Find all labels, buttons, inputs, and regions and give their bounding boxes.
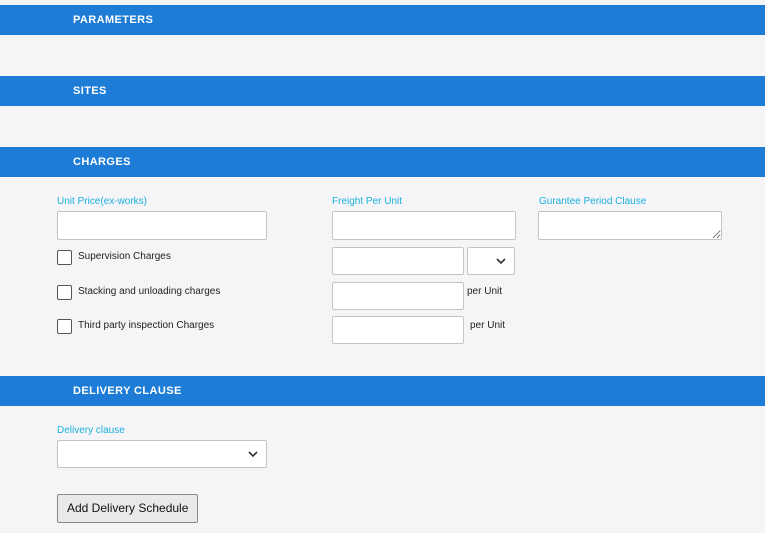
unit-price-input[interactable] bbox=[57, 211, 267, 240]
supervision-charges-label: Supervision Charges bbox=[78, 251, 171, 262]
third-party-charges-checkbox[interactable] bbox=[57, 319, 72, 334]
freight-per-unit-label: Freight Per Unit bbox=[332, 196, 403, 207]
stacking-charges-input[interactable] bbox=[332, 282, 464, 310]
third-party-per-unit-label: per Unit bbox=[470, 320, 506, 331]
section-title-parameters: PARAMETERS bbox=[73, 14, 154, 26]
delivery-clause-select[interactable] bbox=[57, 440, 267, 468]
freight-per-unit-input[interactable] bbox=[332, 211, 516, 240]
section-title-sites: SITES bbox=[73, 85, 107, 97]
section-title-charges: CHARGES bbox=[73, 156, 131, 168]
supervision-charges-input[interactable] bbox=[332, 247, 464, 275]
add-delivery-schedule-button[interactable]: Add Delivery Schedule bbox=[57, 494, 199, 523]
stacking-per-unit-label: per Unit bbox=[467, 286, 503, 297]
section-header-delivery-clause[interactable]: DELIVERY CLAUSE bbox=[0, 376, 765, 406]
third-party-charges-input[interactable] bbox=[332, 316, 464, 344]
guarantee-period-label: Gurantee Period Clause bbox=[539, 196, 647, 207]
section-header-sites[interactable]: SITES bbox=[0, 76, 765, 106]
section-title-delivery-clause: DELIVERY CLAUSE bbox=[73, 385, 182, 397]
delivery-clause-label: Delivery clause bbox=[57, 425, 125, 436]
supervision-unit-select[interactable] bbox=[467, 247, 515, 275]
stacking-charges-label: Stacking and unloading charges bbox=[78, 286, 221, 297]
third-party-charges-label: Third party inspection Charges bbox=[78, 320, 215, 331]
section-header-parameters[interactable]: PARAMETERS bbox=[0, 5, 765, 35]
stacking-charges-checkbox[interactable] bbox=[57, 285, 72, 300]
chevron-down-icon bbox=[248, 451, 258, 458]
guarantee-period-textarea[interactable] bbox=[538, 211, 722, 240]
supervision-charges-checkbox[interactable] bbox=[57, 250, 72, 265]
chevron-down-icon bbox=[496, 258, 506, 265]
charges-form-page: PARAMETERS SITES CHARGES Unit Price(ex-w… bbox=[0, 0, 765, 533]
unit-price-label: Unit Price(ex-works) bbox=[57, 196, 148, 207]
section-header-charges[interactable]: CHARGES bbox=[0, 147, 765, 177]
